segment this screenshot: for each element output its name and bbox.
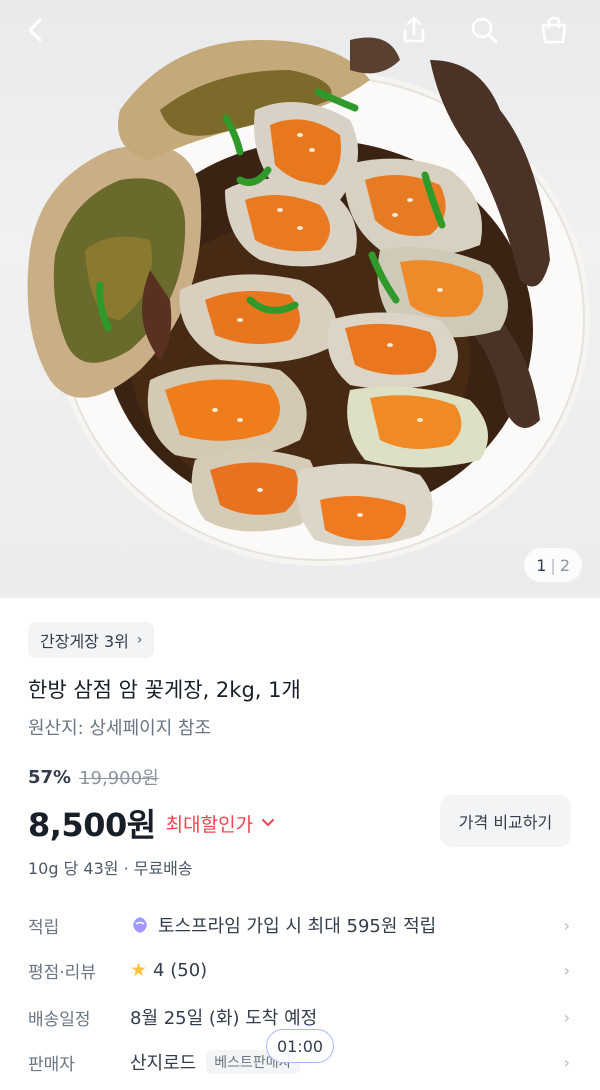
toss-prime-icon (133, 917, 147, 933)
share-button[interactable] (392, 8, 436, 52)
best-price-label: 최대할인가 (165, 813, 254, 836)
top-nav-bar (0, 0, 600, 64)
points-value: 토스프라임 가입 시 최대 595원 적립 (158, 916, 437, 937)
chevron-right-icon: › (563, 960, 570, 980)
points-row[interactable]: 적립 토스프라임 가입 시 최대 595원 적립 › (0, 903, 600, 947)
shopping-bag-icon (541, 16, 567, 44)
chevron-down-icon (262, 819, 275, 826)
product-image[interactable]: 1 | 2 (0, 0, 600, 598)
points-key: 적립 (28, 917, 60, 938)
points-value-wrap: 토스프라임 가입 시 최대 595원 적립 (130, 912, 436, 938)
delivery-value: 8월 25일 (화) 도착 예정 (130, 1008, 318, 1029)
cart-button[interactable] (532, 8, 576, 52)
sale-price: 8,500원 (28, 806, 156, 844)
best-price-toggle[interactable]: 최대할인가 (166, 810, 275, 837)
pager-current: 1 (536, 555, 547, 575)
rating-value: 4 (50) (153, 959, 208, 981)
chevron-right-icon: › (563, 1007, 570, 1027)
timer-badge: 01:00 (266, 1029, 335, 1063)
discount-row: 57% 19,900원 (28, 764, 159, 790)
rating-row[interactable]: 평점·리뷰 ★ 4 (50) › (0, 948, 600, 992)
unit-price-shipping: 10g 당 43원 · 무료배송 (28, 859, 193, 878)
rating-value-wrap: ★ 4 (50) (130, 959, 207, 981)
seller-name: 산지로드 (130, 1053, 197, 1074)
seller-key: 판매자 (28, 1054, 75, 1075)
image-pager: 1 | 2 (524, 548, 582, 582)
original-price: 19,900원 (79, 768, 159, 789)
back-button[interactable] (14, 8, 58, 52)
price-row: 8,500원 최대할인가 (28, 800, 275, 846)
rating-key: 평점·리뷰 (28, 962, 96, 983)
chevron-left-icon (28, 18, 42, 42)
rank-label: 간장게장 3위 (40, 632, 129, 651)
category-rank-chip[interactable]: 간장게장 3위 › (28, 622, 155, 658)
pager-total: 2 (559, 555, 570, 575)
price-compare-button[interactable]: 가격 비교하기 (440, 795, 571, 847)
origin-text: 원산지: 상세페이지 참조 (28, 718, 212, 739)
pager-separator: | (550, 555, 556, 575)
share-icon (403, 16, 425, 43)
delivery-key: 배송일정 (28, 1009, 91, 1030)
chevron-right-icon: › (563, 915, 570, 935)
chevron-right-icon: › (136, 632, 143, 648)
chevron-right-icon: › (563, 1052, 570, 1072)
star-icon: ★ (130, 959, 148, 981)
search-icon (471, 17, 498, 44)
discount-rate: 57% (28, 766, 72, 788)
product-title: 한방 삼점 암 꽃게장, 2kg, 1개 (28, 678, 301, 702)
search-button[interactable] (462, 8, 506, 52)
crab-dish-illustration (27, 37, 590, 566)
